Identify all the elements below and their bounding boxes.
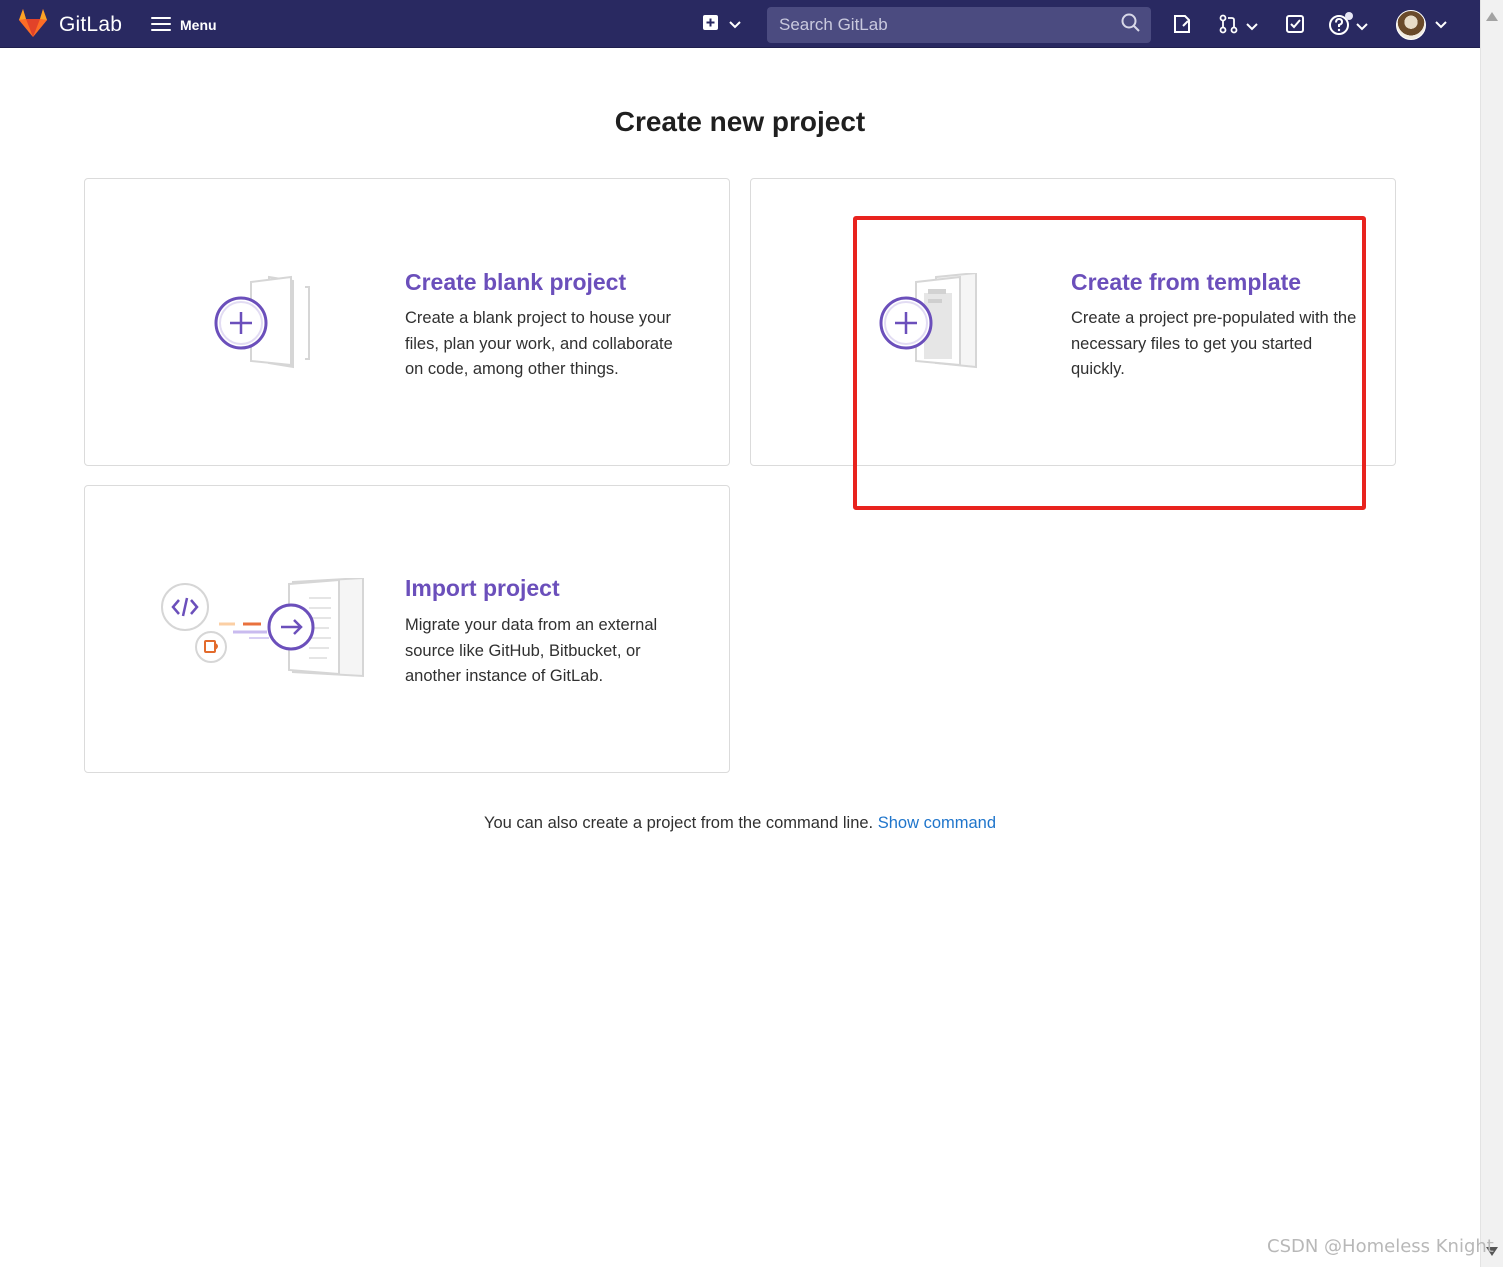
top-navbar: GitLab Menu: [0, 0, 1480, 48]
todos-button[interactable]: [1285, 14, 1305, 39]
show-command-link[interactable]: Show command: [878, 814, 996, 832]
todo-icon: [1285, 14, 1305, 39]
issues-button[interactable]: [1172, 14, 1192, 39]
avatar: [1396, 10, 1426, 40]
plus-square-icon: [702, 14, 720, 37]
blank-project-illustration: [213, 273, 313, 376]
search-icon[interactable]: [1121, 13, 1141, 38]
help-icon: [1328, 12, 1354, 41]
panel-description: Migrate your data from an external sourc…: [405, 616, 658, 685]
annotation-highlight-box: [853, 216, 1366, 510]
watermark: CSDN @Homeless Knight: [1267, 1236, 1494, 1257]
scroll-up-arrow-icon[interactable]: [1486, 12, 1498, 21]
search-box: [767, 7, 1151, 43]
user-menu-button[interactable]: [1396, 10, 1447, 40]
vertical-scrollbar[interactable]: [1480, 0, 1503, 1267]
menu-button[interactable]: Menu: [151, 14, 217, 36]
help-button[interactable]: [1328, 12, 1368, 41]
import-project-panel[interactable]: Import project Migrate your data from an…: [84, 485, 730, 773]
gitlab-home-link[interactable]: GitLab: [17, 8, 123, 43]
menu-label: Menu: [180, 17, 217, 33]
chevron-down-icon: [1246, 18, 1258, 36]
merge-request-icon: [1219, 14, 1239, 39]
page-title: Create new project: [614, 106, 866, 137]
chevron-down-icon: [1356, 18, 1368, 36]
command-line-text: You can also create a project from the c…: [483, 814, 874, 832]
hamburger-icon: [151, 16, 171, 35]
panel-title[interactable]: Create blank project: [405, 269, 626, 296]
new-dropdown-button[interactable]: [702, 14, 741, 36]
brand-name: GitLab: [59, 13, 123, 36]
chevron-down-icon: [1435, 16, 1447, 34]
panel-title[interactable]: Import project: [405, 575, 560, 602]
gitlab-logo-icon: [17, 8, 49, 43]
panel-description: Create a blank project to house your fil…: [405, 309, 673, 378]
import-project-illustration: [159, 576, 369, 687]
command-line-hint: You can also create a project from the c…: [0, 814, 1480, 833]
search-input[interactable]: [777, 14, 1121, 36]
chevron-down-icon: [729, 16, 741, 34]
issues-icon: [1172, 14, 1192, 39]
create-blank-project-panel[interactable]: Create blank project Create a blank proj…: [84, 178, 730, 466]
merge-requests-button[interactable]: [1219, 14, 1258, 39]
